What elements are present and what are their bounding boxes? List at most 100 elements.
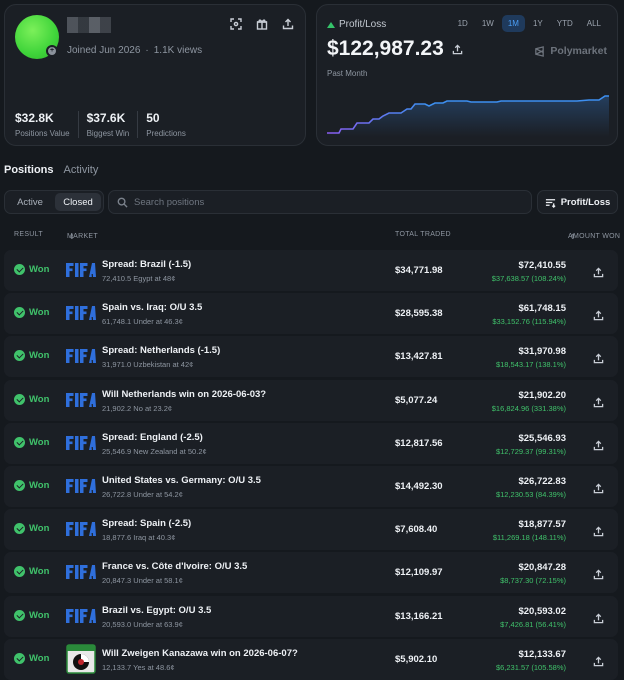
market-title[interactable]: Will Netherlands win on 2026-06-03? bbox=[102, 389, 266, 400]
table-row[interactable]: Won France vs. Côte d'Ivoire: O/U 3.5 20,8… bbox=[4, 552, 618, 594]
triangle-up-icon bbox=[327, 21, 335, 28]
result-won: Won bbox=[14, 350, 49, 362]
stat-value: $37.6K bbox=[86, 111, 126, 125]
profile-stats: $32.8K Positions Value $37.6K Biggest Wi… bbox=[15, 111, 202, 138]
fifa-logo-icon bbox=[66, 608, 96, 624]
share-icon[interactable] bbox=[593, 395, 604, 407]
market-title[interactable]: Spread: England (-2.5) bbox=[102, 432, 203, 443]
total-traded: $5,902.10 bbox=[395, 653, 438, 665]
polymarket-brand: Polymarket bbox=[534, 45, 607, 57]
stat-label: Biggest Win bbox=[86, 129, 130, 138]
profit-change: $8,737.30 (72.15%) bbox=[500, 576, 566, 586]
fifa-logo-icon bbox=[66, 305, 96, 321]
stat-biggest-win: $37.6K Biggest Win bbox=[87, 111, 139, 138]
share-icon[interactable] bbox=[281, 17, 295, 31]
table-row[interactable]: Won Will Zweigen Kanazawa win on 2026-06-… bbox=[4, 638, 618, 680]
amount-won: $31,970.98 bbox=[518, 346, 566, 358]
table-row[interactable]: Won Brazil vs. Egypt: O/U 3.5 20,593.0 Und… bbox=[4, 595, 618, 637]
market-title[interactable]: France vs. Côte d'Ivoire: O/U 3.5 bbox=[102, 561, 247, 572]
fifa-logo-icon bbox=[66, 262, 96, 278]
fifa-logo-icon bbox=[66, 435, 96, 451]
check-circle-icon bbox=[14, 307, 25, 319]
result-won: Won bbox=[14, 523, 50, 535]
share-icon[interactable] bbox=[593, 567, 604, 580]
market-title[interactable]: Will Zweigen Kanazawa win on 2026-06-07? bbox=[102, 648, 298, 659]
share-icon[interactable] bbox=[593, 308, 604, 321]
table-row[interactable]: Won Will Netherlands win on 2026-06-03? 21… bbox=[4, 379, 618, 421]
market-title[interactable]: Spread: Brazil (-1.5) bbox=[102, 259, 191, 270]
gift-icon[interactable] bbox=[255, 17, 269, 31]
table-header: RESULT MARKET ⇕ TOTAL TRADED AMOUNT WON ⇕ bbox=[0, 229, 624, 241]
result-won: Won bbox=[14, 393, 50, 405]
amount-won: $20,593.02 bbox=[518, 605, 566, 617]
table-row[interactable]: Won Spread: Spain (-2.5) 18,877.6 Iraq at … bbox=[4, 509, 618, 551]
check-circle-icon bbox=[14, 350, 25, 362]
market-title[interactable]: Spread: Spain (-2.5) bbox=[102, 518, 191, 529]
result-label: Won bbox=[29, 436, 50, 448]
check-circle-icon bbox=[14, 436, 25, 448]
toggle-active[interactable]: Active bbox=[7, 193, 53, 211]
profit-change: $11,269.18 (148.11%) bbox=[492, 533, 566, 543]
total-traded: $14,492.30 bbox=[395, 480, 443, 492]
market-title[interactable]: Spread: Netherlands (-1.5) bbox=[102, 345, 220, 356]
range-ytd[interactable]: YTD bbox=[551, 15, 579, 32]
views-count: 1.1K views bbox=[153, 45, 203, 56]
table-row[interactable]: Won Spread: Netherlands (-1.5) 31,971.0 Uz… bbox=[4, 336, 618, 378]
range-all[interactable]: ALL bbox=[581, 15, 607, 32]
share-icon[interactable] bbox=[452, 37, 463, 61]
result-won: Won bbox=[14, 652, 49, 664]
total-traded: $13,166.21 bbox=[395, 610, 443, 622]
market-title[interactable]: United States vs. Germany: O/U 3.5 bbox=[102, 475, 261, 486]
search-input[interactable] bbox=[134, 196, 514, 208]
scan-icon[interactable] bbox=[229, 17, 243, 31]
profit-change: $33,152.76 (115.94%) bbox=[492, 317, 566, 327]
pnl-label-text: Profit/Loss bbox=[339, 19, 387, 30]
result-won: Won bbox=[14, 609, 49, 621]
result-label: Won bbox=[29, 393, 50, 405]
profit-change: $12,230.53 (84.39%) bbox=[495, 489, 566, 499]
market-position: 20,847.3 Under at 58.1¢ bbox=[102, 576, 183, 586]
result-won: Won bbox=[14, 264, 49, 275]
result-label: Won bbox=[29, 523, 50, 535]
sort-profit-loss-button[interactable]: Profit/Loss bbox=[537, 190, 618, 214]
fifa-logo-icon bbox=[66, 392, 96, 408]
joined-info: Joined Jun 2026 · 1.1K views bbox=[67, 45, 202, 56]
share-icon[interactable] bbox=[593, 351, 604, 364]
table-row[interactable]: Won Spread: England (-2.5) 25,546.9 New Ze… bbox=[4, 422, 618, 464]
share-icon[interactable] bbox=[593, 654, 604, 666]
share-icon[interactable] bbox=[593, 481, 604, 494]
share-icon[interactable] bbox=[593, 438, 604, 451]
toggle-closed[interactable]: Closed bbox=[55, 193, 101, 211]
market-position: 18,877.6 Iraq at 40.3¢ bbox=[102, 533, 176, 543]
range-1w[interactable]: 1W bbox=[476, 15, 500, 32]
share-icon[interactable] bbox=[593, 611, 604, 623]
amount-won: $12,133.67 bbox=[518, 648, 566, 660]
market-title[interactable]: Brazil vs. Egypt: O/U 3.5 bbox=[102, 605, 211, 616]
amount-won: $20,847.28 bbox=[518, 562, 566, 574]
result-won: Won bbox=[14, 479, 49, 491]
check-circle-icon bbox=[14, 609, 25, 621]
range-1m[interactable]: 1M bbox=[501, 15, 525, 32]
pnl-period: Past Month bbox=[327, 69, 368, 78]
total-traded: $28,595.38 bbox=[395, 308, 443, 320]
result-label: Won bbox=[29, 264, 50, 275]
share-icon[interactable] bbox=[593, 524, 604, 537]
profit-change: $37,638.57 (108.24%) bbox=[491, 274, 566, 283]
stat-predictions: 50 Predictions bbox=[146, 111, 194, 138]
tab-activity[interactable]: Activity bbox=[64, 164, 99, 176]
share-icon[interactable] bbox=[593, 265, 604, 278]
pnl-chart bbox=[327, 95, 609, 137]
pnl-label: Profit/Loss bbox=[327, 19, 386, 30]
table-row[interactable]: Won United States vs. Germany: O/U 3.5 26,… bbox=[4, 465, 618, 507]
table-row[interactable]: Won Spain vs. Iraq: O/U 3.5 61,748.1 Under… bbox=[4, 293, 618, 335]
table-row[interactable]: Won Spread: Brazil (-1.5) 72,410.5 Egypt a… bbox=[4, 250, 618, 291]
range-1d[interactable]: 1D bbox=[452, 15, 474, 32]
amount-won: $18,877.57 bbox=[518, 519, 566, 531]
joined-date: Joined Jun 2026 bbox=[67, 45, 141, 56]
market-title[interactable]: Spain vs. Iraq: O/U 3.5 bbox=[102, 302, 202, 313]
tab-positions[interactable]: Positions bbox=[4, 164, 54, 176]
amount-won: $72,410.55 bbox=[518, 260, 566, 271]
stat-value: $32.8K bbox=[15, 111, 54, 125]
range-1y[interactable]: 1Y bbox=[527, 15, 549, 32]
stat-value: 50 bbox=[146, 111, 160, 125]
